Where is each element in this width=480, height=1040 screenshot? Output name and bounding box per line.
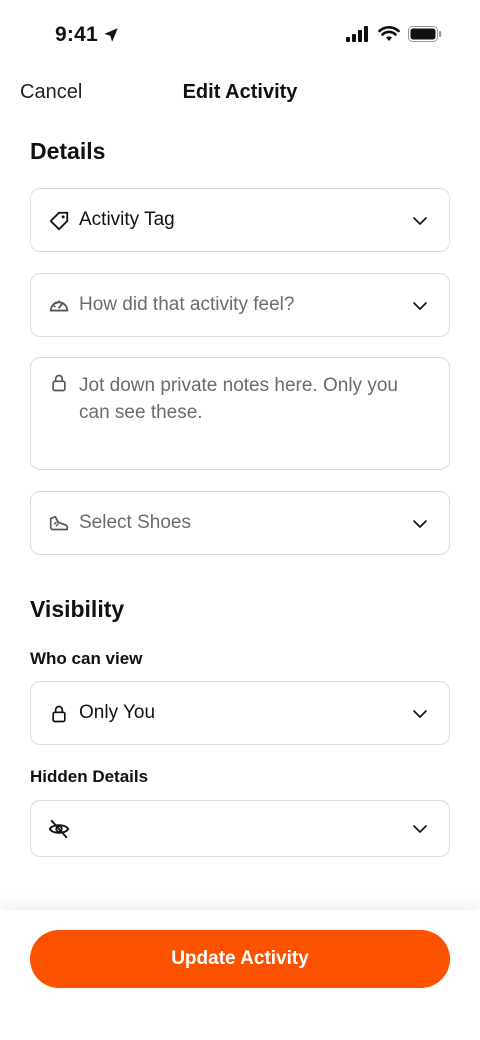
chevron-down-icon — [413, 302, 427, 310]
who-can-view-value: Only You — [79, 702, 156, 723]
chevron-down-icon — [413, 710, 427, 718]
location-arrow-icon — [104, 28, 118, 42]
status-bar: 9:41 — [0, 0, 480, 70]
perceived-exertion-dropdown[interactable]: How did that activity feel? — [30, 273, 450, 337]
who-can-view-dropdown[interactable]: Only You — [30, 681, 450, 745]
chevron-down-icon — [413, 217, 427, 225]
feel-placeholder: How did that activity feel? — [79, 294, 295, 315]
cellular-signal-icon — [346, 26, 368, 42]
private-notes-textarea[interactable]: Jot down private notes here. Only you ca… — [30, 357, 450, 470]
activity-tag-dropdown[interactable]: Activity Tag — [30, 188, 450, 252]
status-icons — [346, 26, 442, 42]
bottom-action-bar: Update Activity — [0, 910, 480, 1040]
nav-bar: Cancel Edit Activity — [0, 74, 480, 114]
chevron-down-icon — [413, 520, 427, 528]
hidden-details-dropdown[interactable] — [30, 800, 450, 857]
visibility-heading: Visibility — [30, 596, 125, 622]
eye-off-icon — [48, 818, 70, 840]
wifi-icon — [378, 26, 400, 41]
select-shoes-dropdown[interactable]: Select Shoes — [30, 491, 450, 555]
shoes-placeholder: Select Shoes — [79, 512, 191, 533]
update-activity-button[interactable]: Update Activity — [30, 930, 450, 988]
status-time-group: 9:41 — [55, 23, 120, 47]
details-heading: Details — [30, 138, 106, 164]
page-title: Edit Activity — [182, 81, 298, 103]
shoe-icon — [48, 513, 70, 535]
tag-icon — [48, 210, 70, 232]
hidden-details-label: Hidden Details — [30, 767, 149, 786]
lock-icon — [48, 372, 70, 394]
chevron-down-icon — [413, 825, 427, 833]
battery-icon — [408, 26, 442, 42]
status-time: 9:41 — [55, 23, 98, 46]
activity-tag-label: Activity Tag — [79, 209, 175, 230]
who-can-view-label: Who can view — [30, 649, 143, 668]
lock-icon — [48, 703, 70, 725]
speedometer-icon — [48, 295, 70, 317]
notes-placeholder: Jot down private notes here. Only you ca… — [79, 375, 398, 423]
